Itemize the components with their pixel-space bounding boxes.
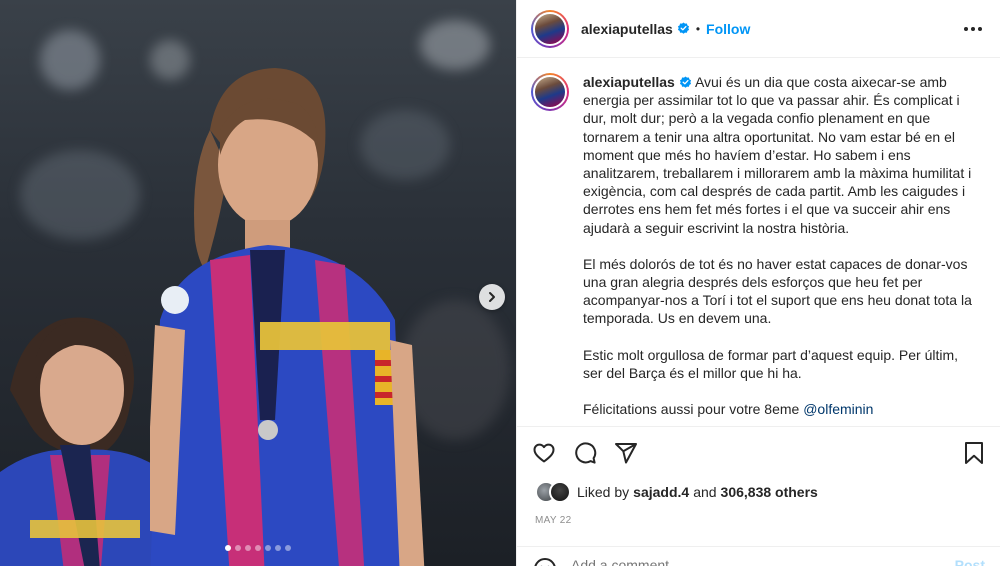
post-details-panel: alexiaputellas • Follow alexiaputellas A…: [516, 0, 1000, 566]
comment-input[interactable]: [571, 557, 901, 566]
caption-username[interactable]: alexiaputellas: [583, 74, 675, 90]
more-options-icon[interactable]: [960, 21, 986, 37]
avatar[interactable]: [531, 73, 569, 111]
header-username[interactable]: alexiaputellas: [581, 21, 673, 37]
emoji-icon[interactable]: [533, 557, 557, 566]
caption-paragraph-3: Estic molt orgullosa de formar part d’aq…: [583, 346, 959, 381]
caption-last-line: Félicitations aussi pour votre 8eme: [583, 401, 800, 418]
separator: •: [695, 21, 701, 36]
post-header: alexiaputellas • Follow: [517, 0, 1000, 58]
likes-summary: Liked by sajadd.4 and 306,838 others: [535, 481, 818, 503]
comment-icon: [575, 441, 597, 464]
share-icon: [615, 442, 637, 463]
next-slide-button[interactable]: [479, 284, 505, 310]
caption-scroll-area[interactable]: alexiaputellas Avui és un dia que costa …: [517, 59, 1000, 425]
carousel-dot: [245, 545, 251, 551]
post-comment-button[interactable]: Post: [955, 557, 985, 566]
caption-text: alexiaputellas Avui és un dia que costa …: [583, 73, 975, 425]
mention-link[interactable]: @olfeminin: [803, 401, 873, 417]
post-date[interactable]: MAY 22: [535, 515, 571, 526]
background-bokeh: [20, 150, 140, 240]
player-main-image: [150, 68, 425, 566]
background-bokeh: [40, 30, 100, 90]
action-bar: [517, 426, 1000, 478]
carousel-dot: [255, 545, 261, 551]
follow-button[interactable]: Follow: [706, 21, 750, 37]
heart-icon: [533, 443, 555, 462]
carousel-dot: [285, 545, 291, 551]
post-media[interactable]: [0, 0, 516, 566]
verified-badge-icon: [677, 22, 689, 34]
likes-prefix: Liked by: [577, 484, 630, 500]
save-button[interactable]: [961, 440, 987, 466]
caption-paragraph-4: Félicitations aussi pour votre 8eme @olf…: [583, 400, 975, 418]
bookmark-icon: [965, 441, 983, 464]
carousel-dot: [225, 545, 231, 551]
likes-count[interactable]: 306,838 others: [721, 484, 818, 500]
liker-avatars[interactable]: [535, 481, 571, 503]
carousel-dot: [235, 545, 241, 551]
avatar[interactable]: [531, 9, 569, 48]
carousel-indicator: [0, 545, 516, 551]
chevron-right-icon: [489, 292, 495, 302]
share-button[interactable]: [613, 440, 639, 466]
caption-paragraph-1: Avui és un dia que costa aixecar-se amb …: [583, 74, 972, 236]
caption: alexiaputellas Avui és un dia que costa …: [531, 73, 987, 425]
liker-username[interactable]: sajadd.4: [633, 484, 689, 500]
carousel-dot: [275, 545, 281, 551]
comment-button[interactable]: [572, 440, 598, 466]
carousel-dot: [265, 545, 271, 551]
caption-paragraph-2: El més dolorós de tot és no haver estat …: [583, 255, 972, 327]
caption-paragraph: alexiaputellas Avui és un dia que costa …: [583, 73, 975, 237]
comment-bar: Post: [517, 546, 1000, 566]
like-button[interactable]: [531, 440, 557, 466]
verified-badge-icon: [679, 76, 691, 88]
likes-conjunction: and: [693, 484, 717, 500]
